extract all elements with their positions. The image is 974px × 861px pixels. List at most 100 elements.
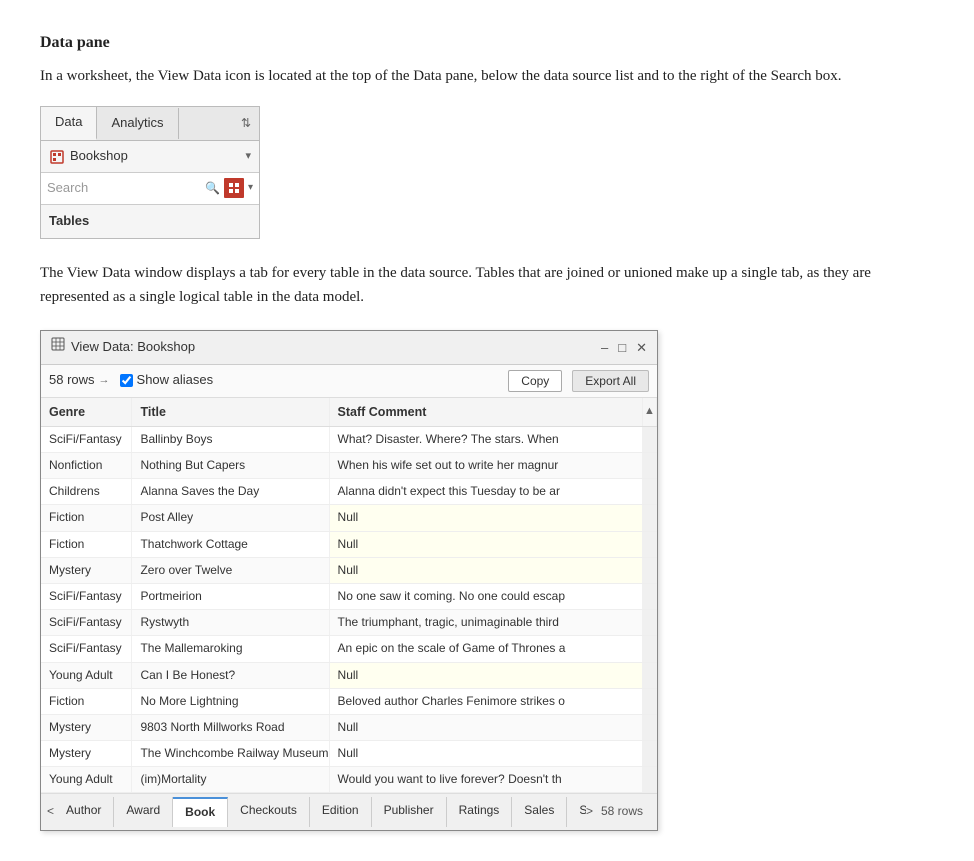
scroll-cell (642, 453, 656, 479)
close-button[interactable]: ✕ (636, 341, 647, 354)
window-title-left: View Data: Bookshop (51, 337, 195, 358)
cell-genre: Fiction (41, 531, 132, 557)
table-row: MysteryZero over TwelveNull (41, 557, 657, 583)
bottom-tab-publisher[interactable]: Publisher (372, 797, 447, 826)
copy-button[interactable]: Copy (508, 370, 562, 392)
aliases-checkbox-input[interactable] (120, 374, 133, 387)
table-row: SciFi/FantasyRystwythThe triumphant, tra… (41, 610, 657, 636)
cell-genre: Fiction (41, 688, 132, 714)
table-row: NonfictionNothing But CapersWhen his wif… (41, 453, 657, 479)
scroll-cell (642, 767, 656, 793)
bottom-tabs-container: AuthorAwardBookCheckoutsEditionPublisher… (54, 797, 586, 826)
view-data-dropdown-arrow[interactable]: ▾ (248, 180, 253, 196)
cell-staff-comment: Null (329, 531, 642, 557)
table-body: SciFi/FantasyBallinby BoysWhat? Disaster… (41, 426, 657, 793)
window-toolbar: 58 rows → Show aliases Copy Export All (41, 365, 657, 398)
cell-staff-comment: When his wife set out to write her magnu… (329, 453, 642, 479)
cell-genre: SciFi/Fantasy (41, 636, 132, 662)
cell-genre: Mystery (41, 741, 132, 767)
search-placeholder[interactable]: Search (47, 178, 201, 199)
tab-data[interactable]: Data (41, 107, 97, 140)
table-row: SciFi/FantasyBallinby BoysWhat? Disaster… (41, 426, 657, 452)
search-row: Search 🔍 ▾ (41, 173, 259, 205)
cell-title: The Mallemaroking (132, 636, 329, 662)
data-pane-tab-bar: Data Analytics ⇅ (41, 107, 259, 141)
cell-staff-comment: Null (329, 714, 642, 740)
cell-staff-comment: Alanna didn't expect this Tuesday to be … (329, 479, 642, 505)
scroll-cell (642, 557, 656, 583)
datasource-icon (49, 149, 65, 165)
table-row: MysteryThe Winchcombe Railway Museum Hei… (41, 741, 657, 767)
cell-staff-comment: What? Disaster. Where? The stars. When (329, 426, 642, 452)
cell-title: Can I Be Honest? (132, 662, 329, 688)
scroll-cell (642, 505, 656, 531)
table-row: Young AdultCan I Be Honest?Null (41, 662, 657, 688)
table-row: Young Adult(im)MortalityWould you want t… (41, 767, 657, 793)
bottom-tab-sales[interactable]: Sales (512, 797, 567, 826)
cell-staff-comment: Null (329, 557, 642, 583)
cell-genre: SciFi/Fantasy (41, 426, 132, 452)
rows-indicator: 58 rows → (49, 370, 110, 391)
table-row: Mystery9803 North Millworks RoadNull (41, 714, 657, 740)
view-data-icon-button[interactable] (224, 178, 244, 198)
cell-staff-comment: No one saw it coming. No one could escap (329, 583, 642, 609)
table-icon (51, 337, 65, 357)
table-header-row: Genre Title Staff Comment ▲ (41, 398, 657, 427)
scroll-cell (642, 583, 656, 609)
table-row: FictionNo More LightningBeloved author C… (41, 688, 657, 714)
cell-genre: SciFi/Fantasy (41, 610, 132, 636)
bottom-tab-series[interactable]: Series (567, 797, 586, 826)
cell-title: Nothing But Capers (132, 453, 329, 479)
window-title-bar: View Data: Bookshop – □ ✕ (41, 331, 657, 365)
table-wrapper: Genre Title Staff Comment ▲ SciFi/Fantas… (41, 398, 657, 794)
cell-genre: Mystery (41, 557, 132, 583)
bottom-tab-author[interactable]: Author (54, 797, 114, 826)
bottom-tab-award[interactable]: Award (114, 797, 173, 826)
cell-genre: Nonfiction (41, 453, 132, 479)
nav-left-arrow[interactable]: < (47, 802, 54, 821)
bottom-tab-book[interactable]: Book (173, 797, 228, 826)
cell-staff-comment: Beloved author Charles Fenimore strikes … (329, 688, 642, 714)
minimize-button[interactable]: – (601, 341, 608, 354)
cell-title: 9803 North Millworks Road (132, 714, 329, 740)
cell-title: Zero over Twelve (132, 557, 329, 583)
cell-staff-comment: An epic on the scale of Game of Thrones … (329, 636, 642, 662)
table-row: ChildrensAlanna Saves the DayAlanna didn… (41, 479, 657, 505)
data-source-name: Bookshop (70, 146, 245, 167)
show-aliases-label: Show aliases (137, 370, 214, 391)
tab-analytics[interactable]: Analytics (97, 108, 178, 139)
cell-staff-comment: Would you want to live forever? Doesn't … (329, 767, 642, 793)
window-title: View Data: Bookshop (71, 337, 195, 358)
source-dropdown-arrow[interactable]: ▾ (245, 148, 251, 166)
export-all-button[interactable]: Export All (572, 370, 649, 392)
table-row: SciFi/FantasyPortmeirionNo one saw it co… (41, 583, 657, 609)
window-bottom-bar: < AuthorAwardBookCheckoutsEditionPublish… (41, 793, 657, 829)
scroll-cell (642, 479, 656, 505)
maximize-button[interactable]: □ (618, 341, 626, 354)
col-header-genre: Genre (41, 398, 132, 427)
scroll-cell (642, 688, 656, 714)
cell-staff-comment: Null (329, 505, 642, 531)
bottom-tab-edition[interactable]: Edition (310, 797, 372, 826)
bottom-tab-ratings[interactable]: Ratings (447, 797, 513, 826)
cell-genre: Young Adult (41, 662, 132, 688)
bottom-tab-checkouts[interactable]: Checkouts (228, 797, 310, 826)
scroll-header: ▲ (642, 398, 656, 427)
section-title: Data pane (40, 30, 934, 56)
rows-label: 58 rows (49, 370, 95, 391)
cell-genre: Young Adult (41, 767, 132, 793)
sort-icon[interactable]: ⇅ (233, 110, 259, 137)
nav-right-arrow[interactable]: > (586, 802, 593, 821)
cell-staff-comment: Null (329, 662, 642, 688)
cell-title: Alanna Saves the Day (132, 479, 329, 505)
cell-title: The Winchcombe Railway Museum Heist (132, 741, 329, 767)
rows-arrow-icon: → (99, 372, 110, 390)
scroll-cell (642, 426, 656, 452)
intro-paragraph: In a worksheet, the View Data icon is lo… (40, 64, 934, 89)
cell-title: Thatchwork Cottage (132, 531, 329, 557)
show-aliases-checkbox[interactable]: Show aliases (120, 370, 214, 391)
cell-title: Ballinby Boys (132, 426, 329, 452)
search-icon: 🔍 (205, 179, 220, 198)
scroll-cell (642, 714, 656, 740)
table-row: FictionThatchwork CottageNull (41, 531, 657, 557)
